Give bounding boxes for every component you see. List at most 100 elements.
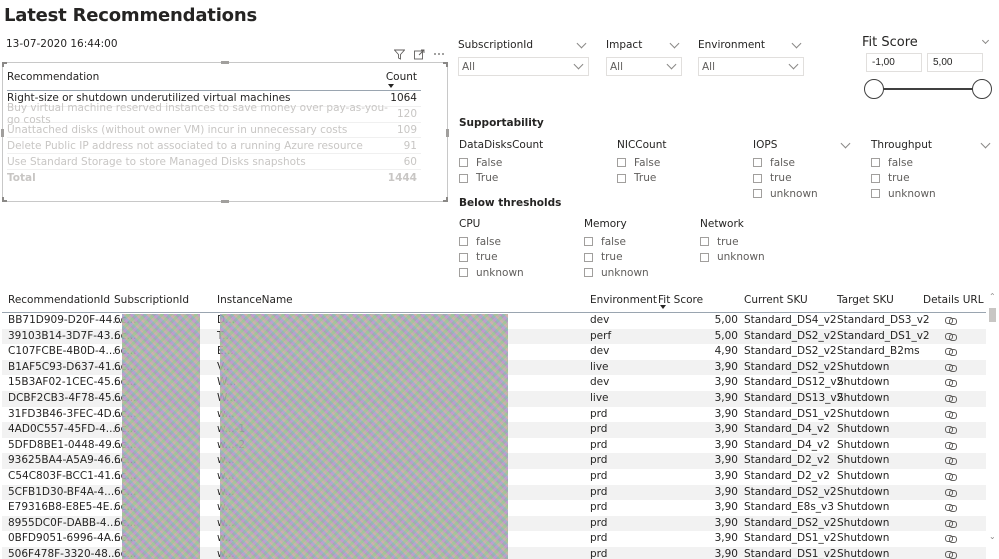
column-header-count[interactable]: Count [386, 71, 421, 90]
more-options-icon[interactable] [433, 48, 445, 60]
column-header-environment[interactable]: Environment [590, 294, 657, 306]
link-icon[interactable] [945, 317, 957, 325]
checkbox-option[interactable]: true [871, 171, 993, 187]
resize-handle[interactable] [2, 197, 7, 202]
column-header-subscriptionid[interactable]: SubscriptionId [114, 294, 189, 306]
chevron-down-icon[interactable] [981, 36, 990, 45]
checkbox-option[interactable]: unknown [753, 186, 853, 202]
checkbox[interactable] [753, 158, 762, 168]
checkbox-option[interactable]: unknown [459, 265, 559, 281]
checkbox[interactable] [584, 268, 593, 278]
filter-icon[interactable] [393, 48, 405, 60]
column-header-details-url[interactable]: Details URL [923, 294, 984, 306]
resize-handle[interactable] [221, 61, 229, 64]
chevron-down-icon[interactable] [840, 138, 851, 148]
checkbox-option[interactable]: unknown [871, 186, 993, 202]
link-icon[interactable] [945, 535, 957, 544]
checkbox[interactable] [700, 252, 709, 262]
link-icon[interactable] [945, 550, 957, 559]
checkbox-option[interactable]: False [617, 155, 727, 171]
checkbox-option[interactable]: false [871, 155, 993, 171]
checkbox-option[interactable]: unknown [700, 250, 800, 266]
link-icon[interactable] [945, 348, 957, 357]
recommendation-id-cell: 8955DC0F-DABB-4... [8, 516, 117, 529]
checkbox[interactable] [584, 237, 593, 247]
checkbox-option[interactable]: False [459, 155, 569, 171]
link-icon[interactable] [945, 426, 957, 435]
fit-score-min-input[interactable] [866, 53, 922, 72]
column-header-recommendation[interactable]: Recommendation [7, 71, 99, 90]
checkbox-option[interactable]: false [584, 234, 684, 250]
scrollbar-thumb[interactable] [989, 308, 996, 322]
impact-dropdown[interactable]: All [606, 57, 682, 76]
chevron-down-icon[interactable] [669, 38, 680, 48]
checkbox[interactable] [459, 252, 468, 262]
checkbox[interactable] [700, 237, 709, 247]
chevron-down-icon[interactable] [576, 38, 587, 48]
checkbox[interactable] [753, 189, 762, 199]
checkbox-option[interactable]: True [617, 171, 727, 187]
link-icon[interactable] [945, 441, 957, 450]
resize-handle[interactable] [1, 129, 4, 137]
checkbox[interactable] [459, 158, 468, 168]
column-header-current-sku[interactable]: Current SKU [744, 294, 808, 306]
checkbox[interactable] [459, 268, 468, 278]
recommendation-id-cell: E79316B8-E8E5-4E... [8, 501, 120, 514]
resize-handle[interactable] [443, 62, 448, 67]
checkbox[interactable] [617, 158, 626, 168]
resize-handle[interactable] [443, 197, 448, 202]
fit-score-cell: 3,90 [714, 532, 738, 545]
link-icon[interactable] [945, 363, 957, 372]
checkbox-option[interactable]: true [459, 250, 559, 266]
scroll-up-icon[interactable]: ⌃ [989, 292, 996, 301]
link-icon[interactable] [945, 519, 957, 528]
table-scrollbar[interactable]: ⌃ ⌄ [988, 292, 997, 559]
fit-score-slider-max-handle[interactable] [972, 79, 992, 99]
recommendation-row[interactable]: Use Standard Storage to store Managed Di… [7, 154, 421, 170]
recommendation-row[interactable]: Buy virtual machine reserved instances t… [7, 102, 421, 126]
link-icon[interactable] [945, 410, 957, 419]
recommendation-row[interactable]: Delete Public IP address not associated … [7, 138, 421, 155]
checkbox[interactable] [753, 173, 762, 183]
checkbox-option[interactable]: unknown [584, 265, 684, 281]
chevron-down-icon[interactable] [791, 38, 802, 48]
resize-handle[interactable] [221, 200, 229, 203]
checkbox-label: unknown [601, 266, 649, 279]
current-sku-cell: Standard_DS1_v2 [744, 547, 837, 559]
checkbox-option[interactable]: True [459, 171, 569, 187]
environment-dropdown[interactable]: All [698, 57, 804, 76]
fit-score-max-input[interactable] [927, 53, 983, 72]
link-icon[interactable] [945, 457, 957, 466]
checkbox-option[interactable]: true [753, 171, 853, 187]
link-icon[interactable] [945, 379, 957, 388]
link-icon[interactable] [945, 394, 957, 403]
checkbox[interactable] [459, 173, 468, 183]
checkbox-option[interactable]: false [753, 155, 853, 171]
focus-mode-icon[interactable] [413, 48, 425, 60]
checkbox[interactable] [617, 173, 626, 183]
resize-handle[interactable] [2, 62, 7, 67]
target-sku-cell: Standard_DS3_v2 [837, 314, 930, 326]
checkbox[interactable] [871, 158, 880, 168]
subscription-dropdown[interactable]: All [458, 57, 589, 76]
column-header-recommendationid[interactable]: RecommendationId [8, 294, 110, 306]
checkbox-option[interactable]: true [584, 250, 684, 266]
checkbox[interactable] [871, 173, 880, 183]
checkbox-option[interactable]: false [459, 234, 559, 250]
redacted-instance-names [220, 314, 508, 559]
link-icon[interactable] [945, 488, 957, 497]
column-header-instancename[interactable]: InstanceName [217, 294, 293, 306]
scroll-down-icon[interactable]: ⌄ [989, 532, 996, 541]
link-icon[interactable] [945, 472, 957, 481]
fit-score-slider-min-handle[interactable] [864, 79, 884, 99]
chevron-down-icon[interactable] [980, 138, 991, 148]
column-header-target-sku[interactable]: Target SKU [837, 294, 894, 306]
checkbox[interactable] [459, 237, 468, 247]
checkbox[interactable] [871, 189, 880, 199]
resize-handle[interactable] [446, 129, 449, 137]
fit-score-slider-track[interactable] [873, 88, 983, 90]
checkbox[interactable] [584, 252, 593, 262]
checkbox-option[interactable]: true [700, 234, 800, 250]
link-icon[interactable] [945, 504, 957, 513]
link-icon[interactable] [945, 332, 957, 341]
